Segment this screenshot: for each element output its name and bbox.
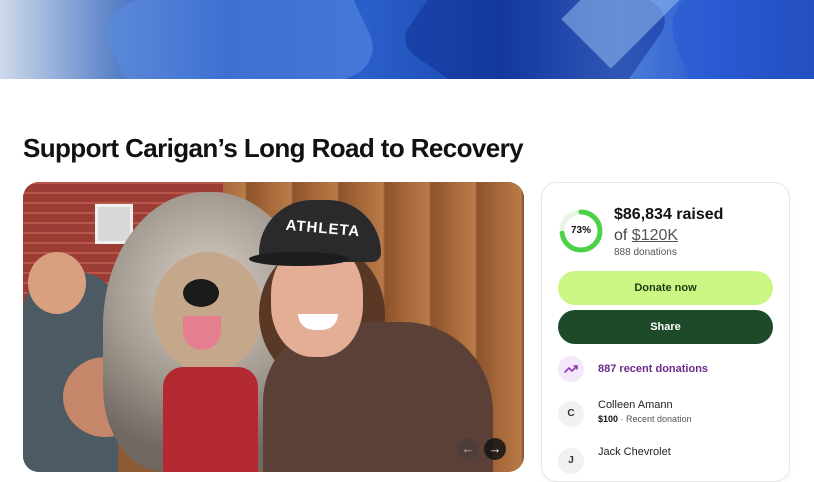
donor-amount: $100 — [598, 414, 619, 424]
recent-donations-label: 887 recent donations — [598, 363, 709, 375]
photo-dog-face — [153, 252, 263, 372]
progress-percent: 73% — [570, 225, 591, 236]
photo-cap-brim — [249, 252, 349, 266]
photo-person-left-face — [28, 252, 86, 314]
donor-meta: $100 · Recent donation — [598, 414, 692, 424]
donor-item: C Colleen Amann $100 · Recent donation — [558, 398, 773, 428]
trending-up-icon — [558, 356, 584, 382]
goal-line: of $120K — [614, 227, 678, 245]
header-banner — [0, 0, 814, 79]
donate-now-button[interactable]: Donate now — [558, 271, 773, 305]
amount-raised: $86,834 raised — [614, 206, 724, 223]
photo-dog-vest — [163, 367, 258, 472]
campaign-photo[interactable]: ATHLETA ← → — [23, 182, 524, 472]
donation-card: 73% $86,834 raised of $120K 888 donation… — [541, 182, 790, 482]
page-title: Support Carigan’s Long Road to Recovery — [23, 133, 524, 163]
banner-decoration — [661, 0, 814, 79]
donor-name: Jack Chevrolet — [598, 446, 671, 458]
donor-avatar: C — [558, 401, 584, 427]
donor-item: J Jack Chevrolet — [558, 445, 773, 475]
goal-prefix: of — [614, 227, 628, 244]
banner-decoration — [97, 0, 383, 79]
goal-amount: $120K — [631, 227, 679, 244]
donor-note: · Recent donation — [618, 414, 692, 424]
share-button[interactable]: Share — [558, 310, 773, 344]
donor-name: Colleen Amann — [598, 399, 673, 411]
arrow-right-icon[interactable]: → — [484, 438, 506, 460]
photo-dog-nose — [183, 279, 219, 307]
donation-count: 888 donations — [614, 247, 677, 258]
donor-avatar: J — [558, 448, 584, 474]
arrow-left-icon[interactable]: ← — [457, 438, 479, 460]
